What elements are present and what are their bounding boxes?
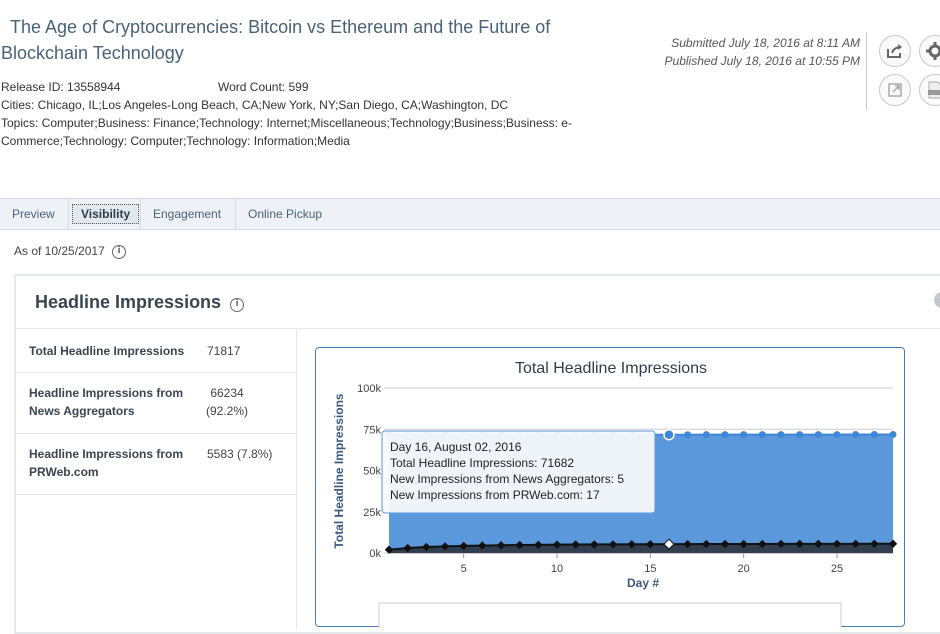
word-count: Word Count: 599 [218, 80, 309, 94]
series-point [852, 431, 860, 439]
gear-icon [926, 42, 940, 60]
settings-button[interactable] [919, 35, 940, 67]
stat-value: 66234 (92.2%) [205, 386, 249, 418]
stat-row: Headline Impressions from PRWeb.com 5583… [16, 434, 297, 495]
stat-row: Headline Impressions from News Aggregato… [16, 373, 297, 434]
y-axis-label: Total Headline Impressions [332, 393, 346, 548]
y-tick-label: 100k [357, 383, 381, 395]
tooltip-line: New Impressions from News Aggregators: 5 [390, 472, 624, 486]
share-icon [887, 44, 902, 58]
impressions-chart: Total Headline Impressions Total Headlin… [332, 360, 898, 634]
tab-engagement-label: Engagement [153, 207, 222, 221]
release-cities: Cities: Chicago, IL;Los Angeles-Long Bea… [1, 98, 509, 112]
x-tick-label: 20 [738, 563, 750, 575]
stat-label: Headline Impressions from PRWeb.com [29, 447, 184, 479]
as-of-text: As of 10/25/2017 [14, 244, 105, 258]
series-point [684, 431, 692, 439]
header-divider [866, 32, 867, 110]
series-point [796, 431, 804, 439]
series-point [702, 431, 710, 439]
series-point [870, 431, 878, 439]
panel-info-icon[interactable]: i [230, 298, 245, 312]
release-dates: Submitted July 18, 2016 at 8:11 AM Publi… [665, 34, 860, 70]
chart-legend [378, 602, 842, 634]
tab-preview-label: Preview [12, 207, 55, 221]
series-point [758, 431, 766, 439]
external-link-icon [888, 83, 902, 97]
chart-title: Total Headline Impressions [515, 360, 707, 377]
series-point [777, 431, 785, 439]
y-tick-label: 0k [369, 548, 381, 560]
y-tick-label: 25k [363, 507, 381, 519]
share-button[interactable] [879, 35, 911, 67]
x-tick-label: 15 [644, 563, 656, 575]
impressions-chart-container: Total Headline Impressions Total Headlin… [315, 347, 905, 634]
x-axis-label: Day # [627, 576, 659, 590]
tab-visibility[interactable]: Visibility [69, 199, 141, 229]
tab-bar: Preview Visibility Engagement Online Pic… [0, 198, 940, 230]
tab-engagement[interactable]: Engagement [141, 199, 236, 229]
series-point [663, 428, 675, 441]
tab-visibility-label: Visibility [72, 204, 140, 224]
x-tick-label: 5 [461, 563, 467, 575]
stat-label: Total Headline Impressions [29, 344, 185, 358]
x-tick-label: 25 [831, 563, 843, 575]
series-point [721, 431, 729, 439]
stat-label: Headline Impressions from News Aggregato… [29, 386, 184, 418]
stat-value: 71817 [207, 344, 241, 358]
open-external-button[interactable] [879, 74, 911, 106]
pdf-button[interactable] [919, 74, 940, 106]
submitted-date: Submitted July 18, 2016 at 8:11 AM [671, 36, 860, 50]
as-of-date: As of 10/25/2017 i [14, 244, 127, 259]
series-point [814, 431, 822, 439]
tooltip-line: Total Headline Impressions: 71682 [390, 456, 574, 470]
tab-online-pickup-label: Online Pickup [248, 207, 323, 221]
tab-preview[interactable]: Preview [0, 199, 69, 229]
pdf-icon [928, 81, 940, 99]
stat-value: 5583 (7.8%) [207, 447, 273, 461]
tooltip-line: New Impressions from PRWeb.com: 17 [390, 488, 600, 502]
published-date: Published July 18, 2016 at 10:55 PM [664, 54, 860, 68]
impressions-stats: Total Headline Impressions 71817 Headlin… [16, 329, 297, 629]
series-point [740, 431, 748, 439]
info-icon[interactable]: i [112, 245, 127, 259]
tab-online-pickup[interactable]: Online Pickup [236, 199, 336, 229]
panel-title: Headline Impressions i [35, 292, 245, 313]
series-point [833, 431, 841, 439]
collapse-icon[interactable]: ▾ [934, 292, 940, 308]
y-tick-label: 75k [363, 424, 381, 436]
release-title: The Age of Cryptocurrencies: Bitcoin vs … [1, 17, 551, 63]
release-id: Release ID: 13558944 [1, 80, 121, 94]
x-tick-label: 10 [551, 563, 563, 575]
tooltip-line: Day 16, August 02, 2016 [390, 440, 522, 454]
release-topics: Topics: Computer;Business: Finance;Techn… [1, 116, 572, 148]
y-tick-label: 50k [363, 466, 381, 478]
panel-title-text: Headline Impressions [35, 292, 222, 312]
stat-row: Total Headline Impressions 71817 [16, 329, 297, 373]
series-point [889, 431, 897, 439]
